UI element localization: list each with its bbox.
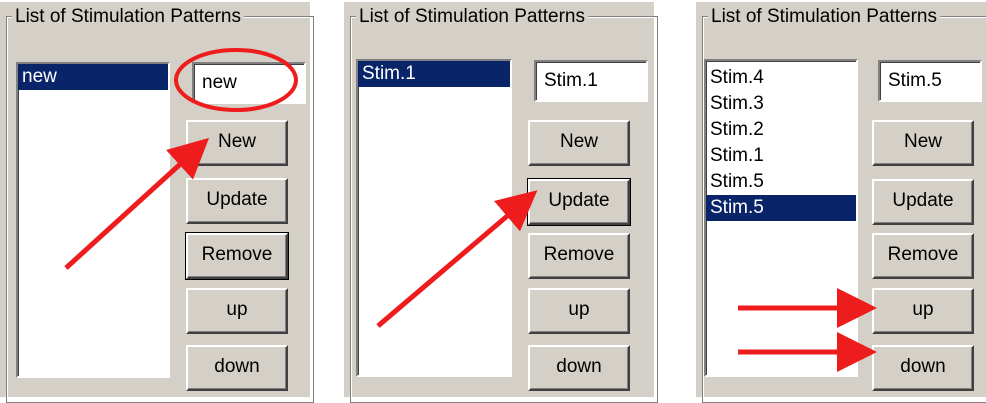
up-button[interactable]: up [186,288,288,334]
remove-button[interactable]: Remove [528,233,630,279]
patterns-listbox[interactable]: Stim.4 Stim.3 Stim.2 Stim.1 Stim.5 Stim.… [704,59,858,377]
list-item[interactable]: Stim.2 [706,117,856,143]
remove-button[interactable]: Remove [185,232,289,280]
list-item[interactable]: Stim.3 [706,91,856,117]
down-button[interactable]: down [186,345,288,391]
panel-3: List of Stimulation Patterns Stim.4 Stim… [696,2,986,403]
up-button[interactable]: up [528,288,630,334]
update-button[interactable]: Update [527,178,631,226]
pattern-name-field[interactable]: Stim.1 [534,60,648,102]
panel-2: List of Stimulation Patterns Stim.1 Stim… [344,2,658,403]
list-item[interactable]: Stim.1 [358,61,510,87]
update-button[interactable]: Update [872,179,974,225]
list-item[interactable]: Stim.5 [706,169,856,195]
down-button[interactable]: down [528,345,630,391]
group-title: List of Stimulation Patterns [12,6,244,28]
pattern-name-field[interactable]: new [192,62,306,104]
list-item[interactable]: Stim.1 [706,143,856,169]
panel-1: List of Stimulation Patterns new new New… [0,2,314,403]
list-item[interactable]: Stim.4 [706,65,856,91]
new-button[interactable]: New [528,120,630,166]
new-button[interactable]: New [872,120,974,166]
patterns-listbox[interactable]: Stim.1 [356,59,512,377]
down-button[interactable]: down [872,345,974,391]
group-title: List of Stimulation Patterns [356,6,588,28]
group-title: List of Stimulation Patterns [708,6,940,28]
update-button[interactable]: Update [186,178,288,224]
list-item[interactable]: Stim.5 [706,195,856,221]
patterns-listbox[interactable]: new [16,62,170,378]
remove-button[interactable]: Remove [872,233,974,279]
pattern-name-field[interactable]: Stim.5 [878,60,982,102]
new-button[interactable]: New [186,120,288,166]
list-item[interactable]: new [18,64,168,90]
up-button[interactable]: up [872,288,974,334]
